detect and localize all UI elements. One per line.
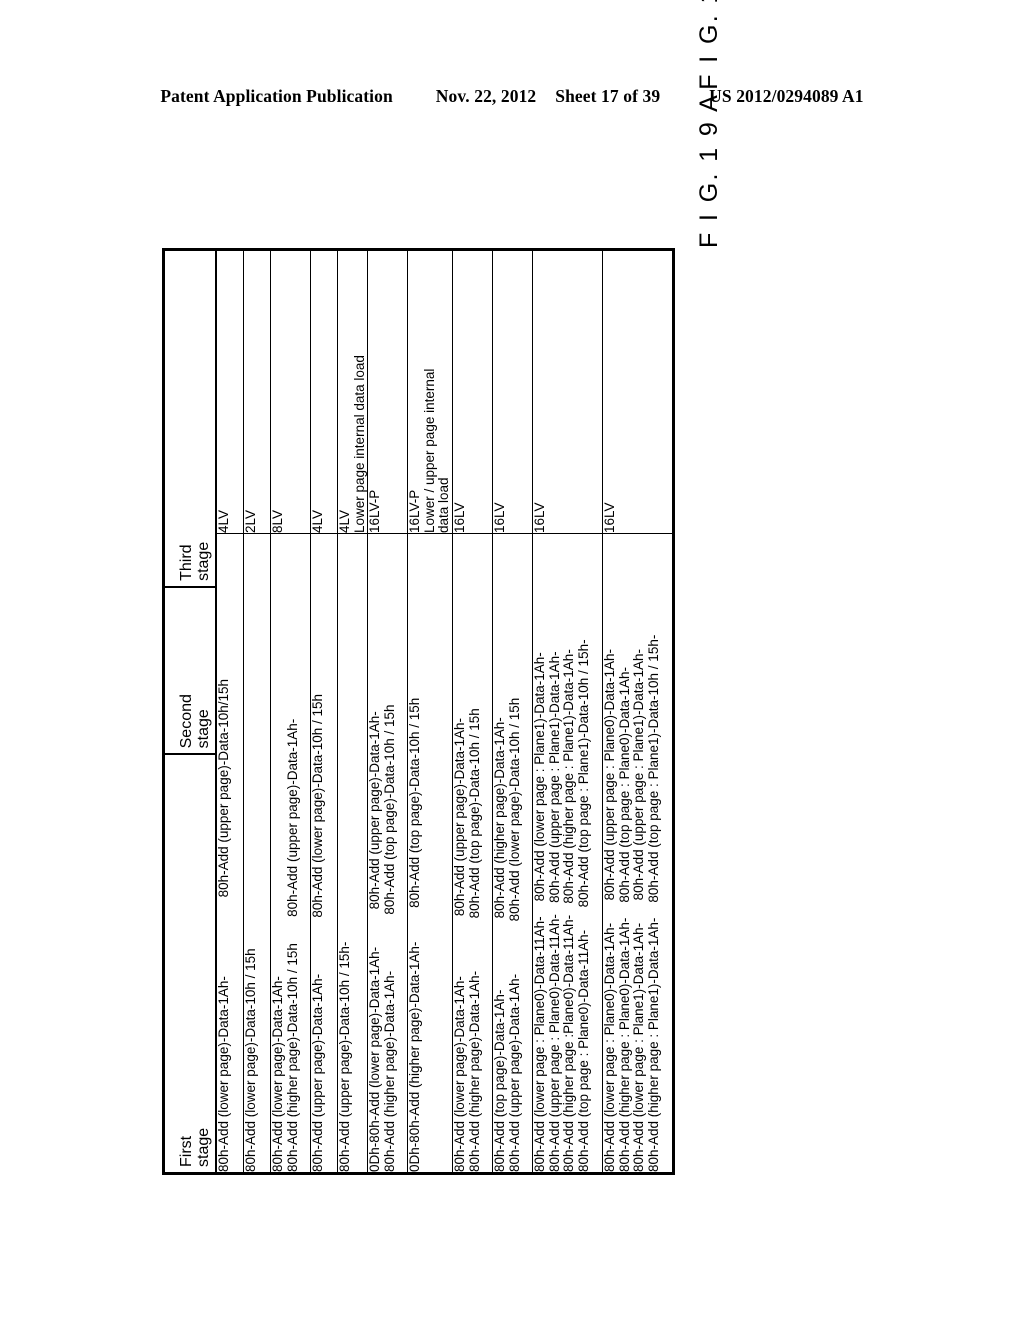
- level-cell-19G: 16LV-P Lower / upper page internal data …: [407, 249, 453, 534]
- command-sequence-cell-19G: 0Dh-80h-Add (higher page)-Data-1Ah- 80h-…: [407, 533, 453, 1174]
- stage-group-2: Second stage: [165, 585, 215, 754]
- level-cell-19E: 4LV Lower page internal data load: [337, 249, 368, 534]
- stage-label: First stage: [178, 1127, 212, 1167]
- command-sequence-cell-19I: 80h-Add (top page)-Data-1Ah- 80h-Add (hi…: [492, 533, 533, 1174]
- header-sheet: Sheet 17 of 39: [555, 86, 661, 106]
- table-row: 80h-Add (lower page)-Data-1Ah- 80h-Add (…: [216, 249, 244, 1174]
- level-cell-19C: 8LV: [270, 249, 311, 534]
- figure-label-row: F I G. 1 9 AF I G. 1 9 BF I G. 1 9 CF I …: [681, 0, 745, 1175]
- table-row: 80h-Add (lower page)-Data-1Ah- 80h-Add (…: [452, 249, 493, 1174]
- level-cell-19A: 4LV: [216, 249, 244, 534]
- command-sequence-table: First stage Second stage Third stage 80h-Ad…: [162, 248, 675, 1175]
- command-sequence-cell-19F: 0Dh-80h-Add (lower page)-Data-1Ah- 80h-A…: [367, 533, 408, 1174]
- table-row: 80h-Add (upper page)-Data-10h / 15h- 4LV …: [337, 249, 368, 1174]
- level-cell-19B: 2LV: [243, 249, 271, 534]
- figure-19: First stage Second stage Third stage 80h-Ad…: [162, 0, 862, 1175]
- command-sequence-cell-19A: 80h-Add (lower page)-Data-1Ah- 80h-Add (…: [216, 533, 244, 1174]
- stage-label: Second stage: [178, 694, 212, 749]
- table-row: 80h-Add (lower page)-Data-10h / 15h 2LV: [243, 249, 271, 1174]
- command-sequence-cell-19C: 80h-Add (lower page)-Data-1Ah- 80h-Add (…: [270, 533, 311, 1174]
- stage-header-cell: First stage Second stage Third stage: [163, 249, 216, 1174]
- header-date: Nov. 22, 2012: [435, 86, 537, 106]
- level-cell-19K: 16LV: [602, 249, 674, 534]
- table-row: 0Dh-80h-Add (lower page)-Data-1Ah- 80h-A…: [367, 249, 408, 1174]
- stage-header-row: First stage Second stage Third stage: [163, 249, 216, 1174]
- table-row: 0Dh-80h-Add (higher page)-Data-1Ah- 80h-…: [407, 249, 453, 1174]
- header-publication: Patent Application Publication: [160, 86, 393, 106]
- figure-label-19B: F I G. 1 9 B: [695, 0, 723, 90]
- stage-group-1: First stage: [165, 753, 215, 1172]
- command-sequence-cell-19J: 80h-Add (lower page : Plane0)-Data-11Ah-…: [532, 533, 603, 1174]
- table-row: 80h-Add (upper page)-Data-1Ah- 80h-Add (…: [310, 249, 338, 1174]
- command-sequence-cell-19H: 80h-Add (lower page)-Data-1Ah- 80h-Add (…: [452, 533, 493, 1174]
- stage-label: Third stage: [178, 541, 212, 581]
- command-sequence-cell-19K: 80h-Add (lower page : Plane0)-Data-1Ah- …: [602, 533, 674, 1174]
- table-row: 80h-Add (top page)-Data-1Ah- 80h-Add (hi…: [492, 249, 533, 1174]
- page-header: Patent Application Publication Nov. 22, …: [0, 86, 1024, 107]
- figure-label-19A: F I G. 1 9 A: [695, 92, 723, 248]
- command-sequence-cell-19D: 80h-Add (upper page)-Data-1Ah- 80h-Add (…: [310, 533, 338, 1174]
- table-row: 80h-Add (lower page : Plane0)-Data-1Ah- …: [602, 249, 674, 1174]
- table-row: 80h-Add (lower page : Plane0)-Data-11Ah-…: [532, 249, 603, 1174]
- level-cell-19J: 16LV: [532, 249, 603, 534]
- figure-19-rotated-stage: First stage Second stage Third stage 80h-Ad…: [162, 0, 862, 1175]
- table-row: 80h-Add (lower page)-Data-1Ah- 80h-Add (…: [270, 249, 311, 1174]
- command-sequence-cell-19E: 80h-Add (upper page)-Data-10h / 15h-: [337, 533, 368, 1174]
- level-cell-19F: 16LV-P: [367, 249, 408, 534]
- level-cell-19I: 16LV: [492, 249, 533, 534]
- command-sequence-cell-19B: 80h-Add (lower page)-Data-10h / 15h: [243, 533, 271, 1174]
- stage-group-3: Third stage: [165, 251, 215, 586]
- level-cell-19H: 16LV: [452, 249, 493, 534]
- header-document-number: US 2012/0294089 A1: [709, 86, 864, 106]
- level-cell-19D: 4LV: [310, 249, 338, 534]
